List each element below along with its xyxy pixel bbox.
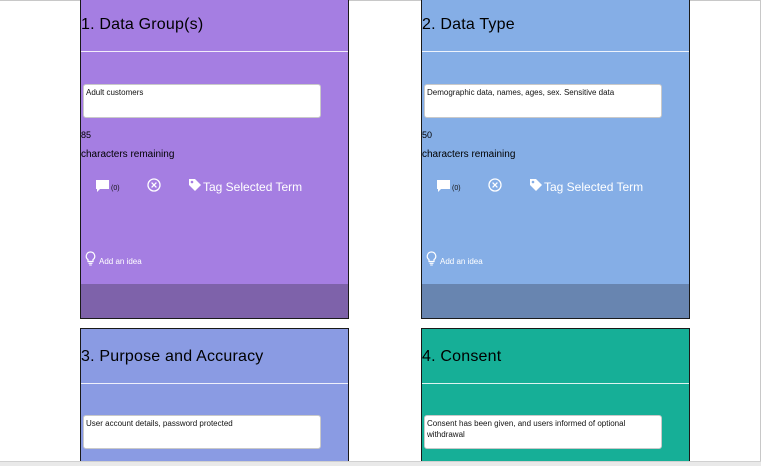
- card-actions: (0) Tag Selected Term: [422, 177, 689, 197]
- answer-field[interactable]: Demographic data, names, ages, sex. Sens…: [424, 84, 662, 118]
- title-divider: [422, 383, 689, 384]
- title-divider: [422, 51, 689, 52]
- window-bottom-edge: [0, 461, 761, 466]
- clear-circle-icon[interactable]: [488, 178, 502, 197]
- card-title: 2. Data Type: [422, 16, 515, 33]
- card-footer: [81, 284, 348, 318]
- title-divider: [81, 383, 348, 384]
- lightbulb-icon: [85, 251, 96, 271]
- comment-icon[interactable]: [95, 179, 110, 198]
- answer-field[interactable]: Consent has been given, and users inform…: [424, 415, 662, 449]
- tag-icon[interactable]: [188, 178, 202, 197]
- comment-icon[interactable]: [436, 179, 451, 198]
- remaining-label: characters remaining: [422, 149, 516, 160]
- lightbulb-icon: [426, 251, 437, 271]
- add-idea-label: Add an idea: [440, 257, 483, 266]
- clear-circle-icon[interactable]: [147, 178, 161, 197]
- answer-field[interactable]: User account details, password protected: [83, 415, 321, 449]
- card-footer: [422, 284, 689, 318]
- card-data-type: 2. Data Type Demographic data, names, ag…: [421, 0, 690, 319]
- tag-icon[interactable]: [529, 178, 543, 197]
- card-consent: 4. Consent Consent has been given, and u…: [421, 328, 690, 465]
- card-data-groups: 1. Data Group(s) Adult customers 85 char…: [80, 0, 349, 319]
- card-title: 1. Data Group(s): [81, 16, 204, 33]
- remaining-label: characters remaining: [81, 149, 175, 160]
- title-divider: [81, 51, 348, 52]
- add-idea-label: Add an idea: [99, 257, 142, 266]
- card-title: 3. Purpose and Accuracy: [81, 348, 264, 365]
- tag-selected-term-button[interactable]: Tag Selected Term: [203, 180, 302, 194]
- tag-selected-term-button[interactable]: Tag Selected Term: [544, 180, 643, 194]
- comment-count: (0): [452, 185, 461, 192]
- card-title: 4. Consent: [422, 348, 502, 365]
- comment-count: (0): [111, 185, 120, 192]
- remaining-count: 50: [422, 130, 433, 140]
- answer-field[interactable]: Adult customers: [83, 84, 321, 118]
- card-actions: (0) Tag Selected Term: [81, 177, 348, 197]
- remaining-count: 85: [81, 130, 92, 140]
- card-purpose-accuracy: 3. Purpose and Accuracy User account det…: [80, 328, 349, 465]
